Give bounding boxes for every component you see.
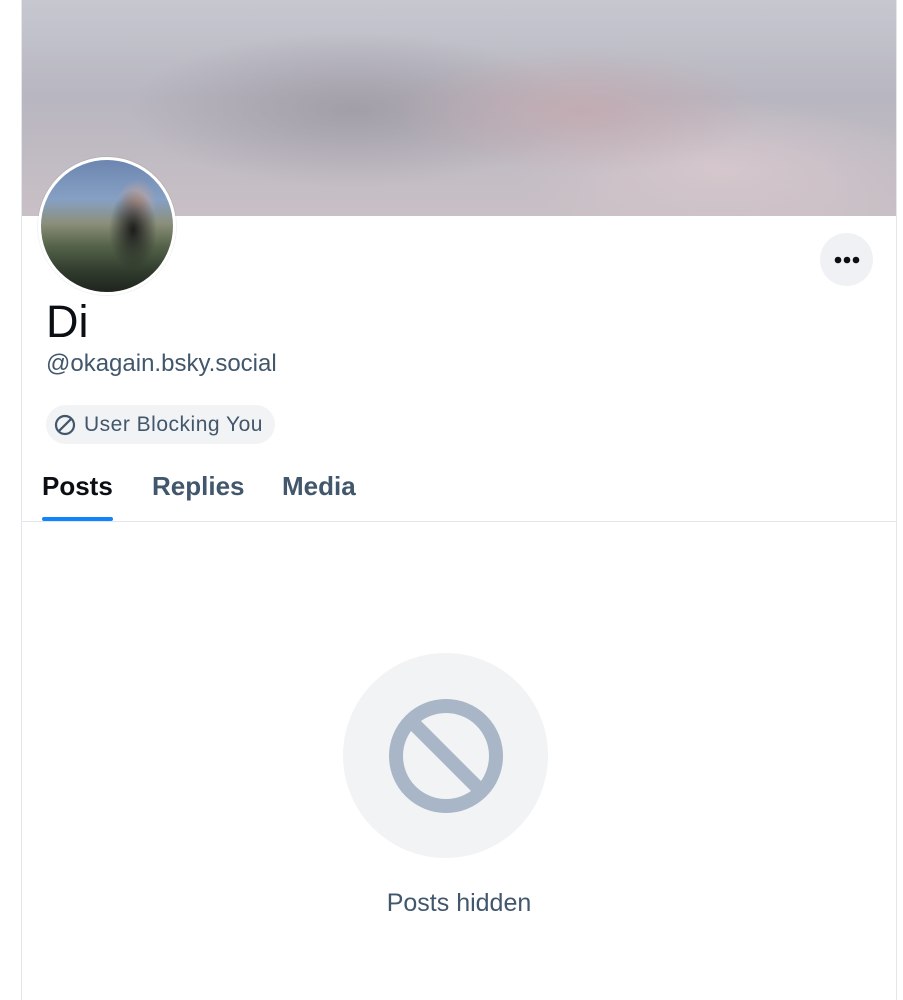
more-options-button[interactable] <box>820 233 873 286</box>
profile-tabs: Posts Replies Media <box>22 458 896 522</box>
empty-state-message: Posts hidden <box>386 889 532 917</box>
profile-column: Di @okagain.bsky.social User Blocking Yo… <box>21 0 897 1000</box>
tab-label: Posts <box>42 471 113 501</box>
tab-label: Replies <box>152 471 245 501</box>
profile-handle: @okagain.bsky.social <box>46 350 277 377</box>
blocked-status-badge[interactable]: User Blocking You <box>46 405 275 444</box>
profile-page: Di @okagain.bsky.social User Blocking Yo… <box>0 0 903 1000</box>
tab-label: Media <box>282 471 356 501</box>
empty-state-icon-container <box>343 653 548 858</box>
avatar[interactable] <box>38 157 176 295</box>
ellipsis-icon <box>834 256 859 263</box>
display-name: Di <box>46 296 89 347</box>
block-icon <box>54 414 76 435</box>
tab-posts[interactable]: Posts <box>42 458 113 521</box>
tab-replies[interactable]: Replies <box>152 458 245 521</box>
tab-media[interactable]: Media <box>282 458 356 521</box>
block-icon <box>388 698 503 813</box>
active-tab-indicator <box>42 517 113 521</box>
blocked-status-label: User Blocking You <box>84 412 263 436</box>
